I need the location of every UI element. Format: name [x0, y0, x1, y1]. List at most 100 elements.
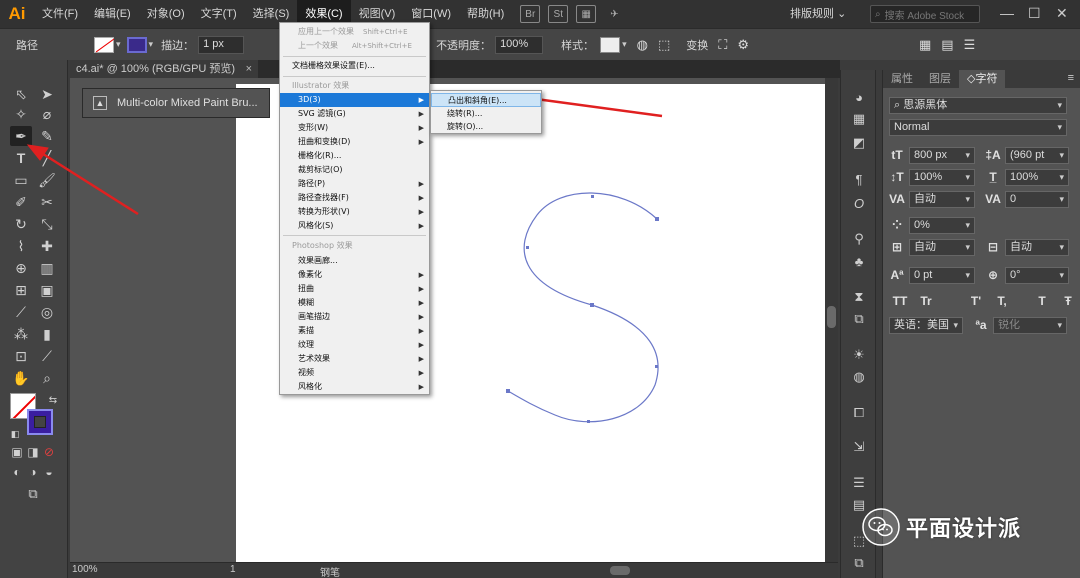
isolate-icon[interactable]: ⚙: [737, 37, 749, 53]
font-style-field[interactable]: Normal ▾: [889, 118, 1067, 136]
transform-label[interactable]: 变换: [686, 37, 708, 53]
opacity-label[interactable]: 不透明度：: [436, 37, 491, 53]
workspace-switcher[interactable]: 排版规则 ⌄: [790, 5, 846, 21]
effect-menu-item[interactable]: 艺术效果 ▶: [280, 352, 429, 366]
language-field[interactable]: 英语：美国 ▾: [889, 316, 963, 334]
fill-swatch[interactable]: [94, 36, 114, 53]
effect-menu-item[interactable]: 风格化 ▶: [280, 380, 429, 394]
bridge-icon[interactable]: Br: [520, 5, 541, 23]
symbols-icon[interactable]: ♣: [849, 252, 869, 270]
tab-layers[interactable]: 图层: [921, 70, 959, 88]
tab-properties[interactable]: 属性: [883, 70, 921, 88]
last-effect-item[interactable]: 上一个效果 Alt+Shift+Ctrl+E: [280, 39, 429, 53]
default-colors-icon[interactable]: ◧: [4, 424, 26, 444]
effect-menu-item[interactable]: 风格化(S) ▶: [280, 219, 429, 233]
paragraph-icon[interactable]: ¶: [849, 170, 869, 188]
selection-tool-icon[interactable]: ⬁: [10, 84, 32, 104]
apply-last-effect-item[interactable]: 应用上一个效果 Shift+Ctrl+E: [280, 25, 429, 39]
gradient-tool-icon[interactable]: ▣: [36, 280, 58, 300]
all-caps-button[interactable]: TT: [889, 294, 911, 308]
gradient-icon[interactable]: ◍: [849, 368, 869, 386]
horizontal-scrollbar-thumb[interactable]: [610, 566, 630, 575]
zoom-tool-icon[interactable]: ⌕: [36, 368, 58, 388]
stroke-label[interactable]: 描边：: [161, 37, 194, 53]
curvature-tool-icon[interactable]: ✎: [36, 126, 58, 146]
eyedropper-tool-icon[interactable]: ⟋: [10, 302, 32, 322]
column-graph-tool-icon[interactable]: ▮: [36, 324, 58, 344]
font-family-field[interactable]: ⌕ 思源黑体 ▾: [889, 96, 1067, 114]
panel-menu-icon[interactable]: ▦: [919, 37, 931, 53]
magic-wand-tool-icon[interactable]: ✧: [10, 104, 32, 124]
effect-menu-item[interactable]: 转换为形状(V) ▶: [280, 205, 429, 219]
antialias-field[interactable]: 锐化 ▾: [993, 316, 1067, 334]
draw-inside-icon[interactable]: ◒: [38, 462, 60, 482]
effect-menu-item[interactable]: 变形(W) ▶: [280, 121, 429, 135]
opentype-icon[interactable]: O: [849, 194, 869, 212]
document-tab[interactable]: c4.ai* @ 100% (RGB/GPU 预览) ×: [70, 60, 258, 78]
graphic-styles-icon[interactable]: ⧗: [849, 288, 869, 306]
color-guide-icon[interactable]: ◕: [849, 88, 869, 106]
shaper-tool-icon[interactable]: ✐: [10, 192, 32, 212]
layers-icon[interactable]: ⧉: [849, 554, 869, 572]
font-size-field[interactable]: 800 px ▾: [909, 146, 975, 164]
effect-menu-item[interactable]: 效果画廊...: [280, 254, 429, 268]
perspective-grid-tool-icon[interactable]: ▥: [36, 258, 58, 278]
swap-colors-icon[interactable]: ⇆: [42, 390, 64, 410]
chevron-down-icon[interactable]: ▾: [116, 39, 121, 50]
color-icon[interactable]: ◩: [849, 134, 869, 152]
rotate-item[interactable]: 旋转(O)...: [431, 120, 541, 134]
gpu-performance-icon[interactable]: ✈: [604, 5, 624, 23]
scissors-tool-icon[interactable]: ✂: [36, 192, 58, 212]
revolve-item[interactable]: 绕转(R)...: [431, 107, 541, 121]
small-caps-button[interactable]: Tr: [915, 294, 937, 308]
effect-menu-item[interactable]: 视频 ▶: [280, 366, 429, 380]
effect-menu-item[interactable]: 扭曲和变换(D) ▶: [280, 135, 429, 149]
leading-field[interactable]: (960 pt ▾: [1005, 146, 1069, 164]
artboard-tool-icon[interactable]: ⊡: [10, 346, 32, 366]
appearance-icon[interactable]: ⧉: [849, 310, 869, 328]
vertical-scrollbar[interactable]: [825, 78, 838, 562]
strikethrough-button[interactable]: Ŧ: [1057, 294, 1079, 308]
minimize-icon[interactable]: —: [1000, 5, 1014, 21]
opacity-field[interactable]: 100%: [495, 35, 544, 54]
effect-menu-item[interactable]: 模糊 ▶: [280, 296, 429, 310]
swatches-icon[interactable]: ▦: [849, 110, 869, 128]
aki-right-field[interactable]: 自动 ▾: [1005, 238, 1069, 256]
menu-help[interactable]: 帮助(H): [459, 0, 512, 28]
blend-tool-icon[interactable]: ◎: [36, 302, 58, 322]
menu-file[interactable]: 文件(F): [34, 0, 86, 28]
puppet-warp-tool-icon[interactable]: ✚: [36, 236, 58, 256]
horizontal-scale-field[interactable]: 100% ▾: [1005, 168, 1069, 186]
effect-menu-item[interactable]: 3D(3) ▶: [280, 93, 429, 107]
panel-menu-icon[interactable]: ≡: [1068, 72, 1074, 84]
rotate-tool-icon[interactable]: ↻: [10, 214, 32, 234]
brush-flyout[interactable]: ▲ Multi-color Mixed Paint Bru...: [82, 88, 270, 118]
align-panel-icon[interactable]: ☰: [849, 474, 869, 492]
shape-builder-tool-icon[interactable]: ⊕: [10, 258, 32, 278]
extrude-bevel-item[interactable]: 凸出和斜角(E)...: [431, 93, 541, 107]
close-icon[interactable]: ×: [246, 60, 252, 78]
stroke-icon[interactable]: ☀: [849, 346, 869, 364]
zoom-level[interactable]: 100%: [72, 564, 98, 575]
close-icon[interactable]: ✕: [1056, 5, 1068, 22]
effect-menu-item[interactable]: SVG 滤镜(G) ▶: [280, 107, 429, 121]
transform-icon[interactable]: ⛶: [718, 37, 727, 53]
type-tool-icon[interactable]: T: [10, 148, 32, 168]
effect-menu-item[interactable]: 路径(P) ▶: [280, 177, 429, 191]
effect-menu-item[interactable]: 素描 ▶: [280, 324, 429, 338]
slice-tool-icon[interactable]: ⟋: [36, 346, 58, 366]
stock-icon[interactable]: St: [548, 5, 569, 23]
recolor-artwork-icon[interactable]: ◍: [637, 37, 648, 53]
scale-tool-icon[interactable]: ⤡: [36, 214, 58, 234]
line-tool-icon[interactable]: ╱: [36, 148, 58, 168]
warp-tool-icon[interactable]: ⌇: [10, 236, 32, 256]
underline-button[interactable]: T: [1031, 294, 1053, 308]
transparency-icon[interactable]: ⧠: [849, 404, 869, 422]
align-icon[interactable]: ⬚: [658, 37, 670, 53]
effect-menu-item[interactable]: 画笔描边 ▶: [280, 310, 429, 324]
symbol-sprayer-tool-icon[interactable]: ⁂: [10, 324, 32, 344]
export-icon[interactable]: ⇲: [849, 438, 869, 456]
artboard-number[interactable]: 1: [230, 564, 236, 575]
superscript-button[interactable]: T': [965, 294, 987, 308]
menu-type[interactable]: 文字(T): [193, 0, 245, 28]
